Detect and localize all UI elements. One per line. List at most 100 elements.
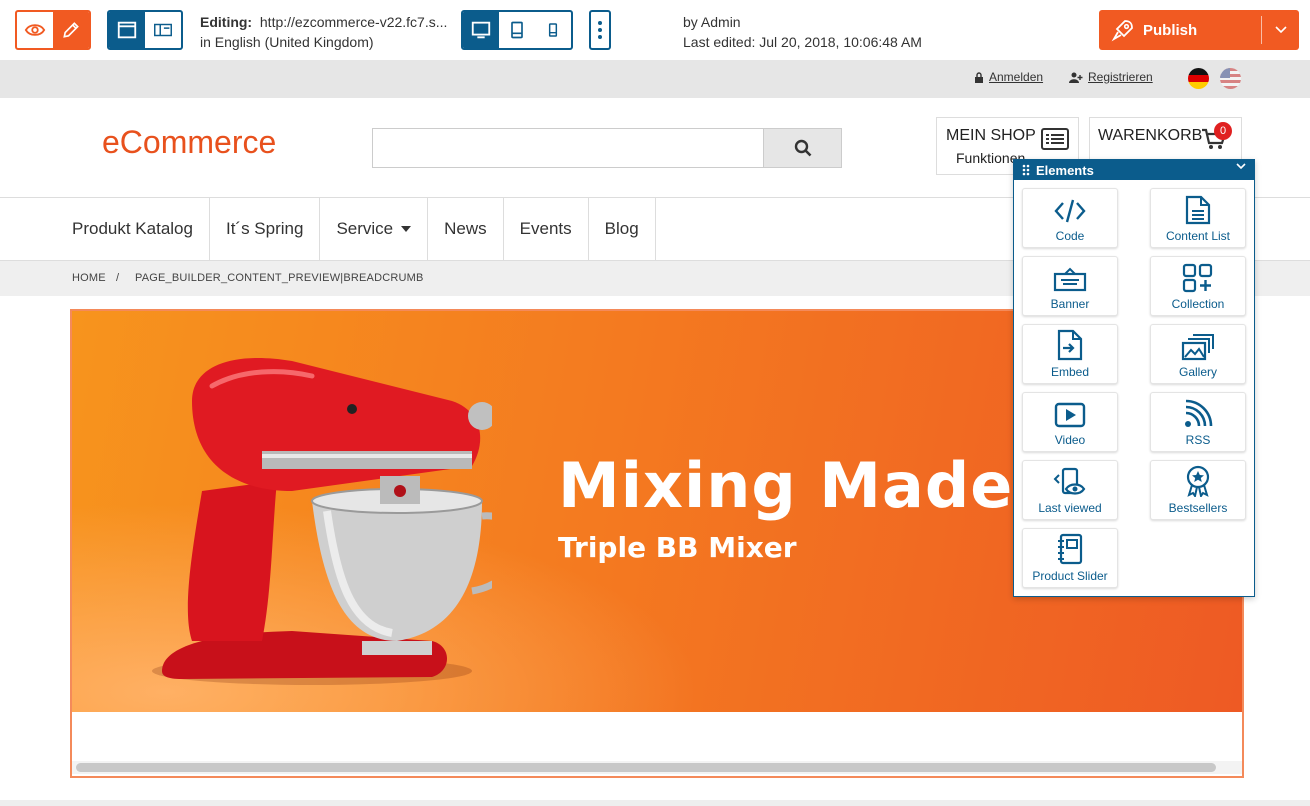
element-video[interactable]: Video [1022, 392, 1118, 452]
element-content-list[interactable]: Content List [1150, 188, 1246, 248]
nav-item-service[interactable]: Service [320, 198, 429, 260]
rocket-icon [1103, 10, 1143, 50]
desktop-icon [471, 21, 491, 39]
add-user-icon [1069, 72, 1083, 83]
element-label: Content List [1165, 229, 1231, 243]
banner-subline: Triple BB Mixer [558, 531, 797, 564]
horizontal-scrollbar[interactable] [76, 763, 1216, 772]
desktop-view-button[interactable] [463, 12, 499, 48]
flag-de-icon[interactable] [1188, 68, 1209, 89]
list-icon [1041, 128, 1069, 150]
banner-headline: Mixing Made [558, 449, 1014, 522]
nav-item-label: News [444, 219, 487, 238]
mobile-view-button[interactable] [535, 12, 571, 48]
element-label: RSS [1185, 433, 1211, 447]
nav-item-blog[interactable]: Blog [589, 198, 656, 260]
author: by Admin [683, 14, 741, 30]
elements-panel: Elements Code Content List Banner Collec… [1013, 159, 1255, 597]
award-ribbon-icon [1186, 465, 1210, 497]
element-label: Collection [1171, 297, 1225, 311]
nav-item-label: Service [336, 219, 394, 238]
element-label: Embed [1050, 365, 1090, 379]
stand-mixer-image [152, 357, 492, 685]
element-label: Product Slider [1032, 569, 1108, 583]
register-label: Registrieren [1088, 70, 1153, 84]
editing-url: http://ezcommerce-v22.fc7.s... [259, 14, 448, 30]
cart-title: WARENKORB [1098, 127, 1203, 144]
element-embed[interactable]: Embed [1022, 324, 1118, 384]
nav-item-produkt-katalog[interactable]: Produkt Katalog [56, 198, 210, 260]
layout-icon [154, 23, 172, 37]
pencil-icon [63, 22, 79, 38]
editing-language: in English (United Kingdom) [200, 34, 374, 50]
video-play-icon [1054, 402, 1086, 428]
element-label: Code [1055, 229, 1085, 243]
my-shop-title: MEIN SHOP [946, 127, 1036, 144]
rss-icon [1185, 399, 1213, 427]
nav-item-label: It´s Spring [225, 219, 304, 238]
tablet-view-button[interactable] [499, 12, 535, 48]
drag-handle-icon[interactable] [1022, 164, 1030, 176]
caret-down-icon [401, 226, 412, 232]
elements-panel-title: Elements [1036, 162, 1094, 178]
site-logo[interactable]: eCommerce [102, 124, 276, 161]
last-viewed-icon [1053, 467, 1086, 495]
edit-mode-button[interactable] [53, 12, 89, 48]
chevron-down-icon[interactable] [1236, 162, 1246, 170]
mobile-icon [548, 23, 558, 37]
collection-icon [1182, 263, 1213, 293]
breadcrumb-home[interactable]: HOME [72, 272, 106, 284]
publish-options-button[interactable] [1261, 16, 1299, 44]
utility-bar: Anmelden Registrieren [0, 60, 1310, 98]
window-icon [117, 21, 137, 39]
editing-info: Editing: http://ezcommerce-v22.fc7.s... … [200, 12, 447, 52]
notebook-icon [1058, 533, 1083, 565]
lock-icon [975, 71, 983, 83]
login-link[interactable]: Anmelden [974, 70, 1043, 84]
last-edited: Last edited: Jul 20, 2018, 10:06:48 AM [683, 34, 922, 50]
element-rss[interactable]: RSS [1150, 392, 1246, 452]
gallery-icon [1181, 334, 1214, 361]
element-last-viewed[interactable]: Last viewed [1022, 460, 1118, 520]
device-switch [461, 10, 573, 50]
banner-icon [1053, 267, 1087, 292]
nav-item-label: Events [519, 219, 572, 238]
search-icon [794, 139, 811, 157]
element-label: Banner [1050, 297, 1090, 311]
nav-item-label: Produkt Katalog [72, 219, 193, 238]
element-label: Video [1054, 433, 1086, 447]
document-list-icon [1185, 195, 1211, 225]
view-switch [107, 10, 183, 50]
element-product-slider[interactable]: Product Slider [1022, 528, 1118, 588]
main-nav: Produkt Katalog It´s Spring Service News… [56, 198, 656, 260]
element-collection[interactable]: Collection [1150, 256, 1246, 316]
more-vertical-icon [598, 21, 602, 39]
publish-label: Publish [1143, 21, 1198, 39]
element-label: Gallery [1178, 365, 1217, 379]
element-code[interactable]: Code [1022, 188, 1118, 248]
page-view-button[interactable] [109, 12, 145, 48]
breadcrumb-current: PAGE_BUILDER_CONTENT_PREVIEW|BREADCRUMB [135, 272, 424, 284]
search-input[interactable] [372, 128, 764, 168]
element-gallery[interactable]: Gallery [1150, 324, 1246, 384]
elements-panel-header[interactable]: Elements [1014, 160, 1254, 180]
more-options-button[interactable] [589, 10, 611, 50]
structure-view-button[interactable] [145, 12, 181, 48]
nav-item-news[interactable]: News [428, 198, 504, 260]
publish-button[interactable]: Publish [1099, 10, 1299, 50]
nav-item-events[interactable]: Events [504, 198, 589, 260]
eye-icon [24, 24, 46, 36]
mode-switch [15, 10, 91, 50]
code-icon [1054, 199, 1086, 223]
nav-item-its-spring[interactable]: It´s Spring [210, 198, 321, 260]
flag-us-icon[interactable] [1220, 68, 1241, 89]
preview-mode-button[interactable] [17, 12, 53, 48]
register-link[interactable]: Registrieren [1069, 70, 1153, 84]
author-info: by Admin Last edited: Jul 20, 2018, 10:0… [683, 12, 922, 52]
element-bestsellers[interactable]: Bestsellers [1150, 460, 1246, 520]
search-button[interactable] [763, 128, 842, 168]
tablet-icon [511, 21, 523, 39]
chevron-down-icon [1274, 26, 1287, 34]
nav-item-label: Blog [604, 219, 639, 238]
element-banner[interactable]: Banner [1022, 256, 1118, 316]
